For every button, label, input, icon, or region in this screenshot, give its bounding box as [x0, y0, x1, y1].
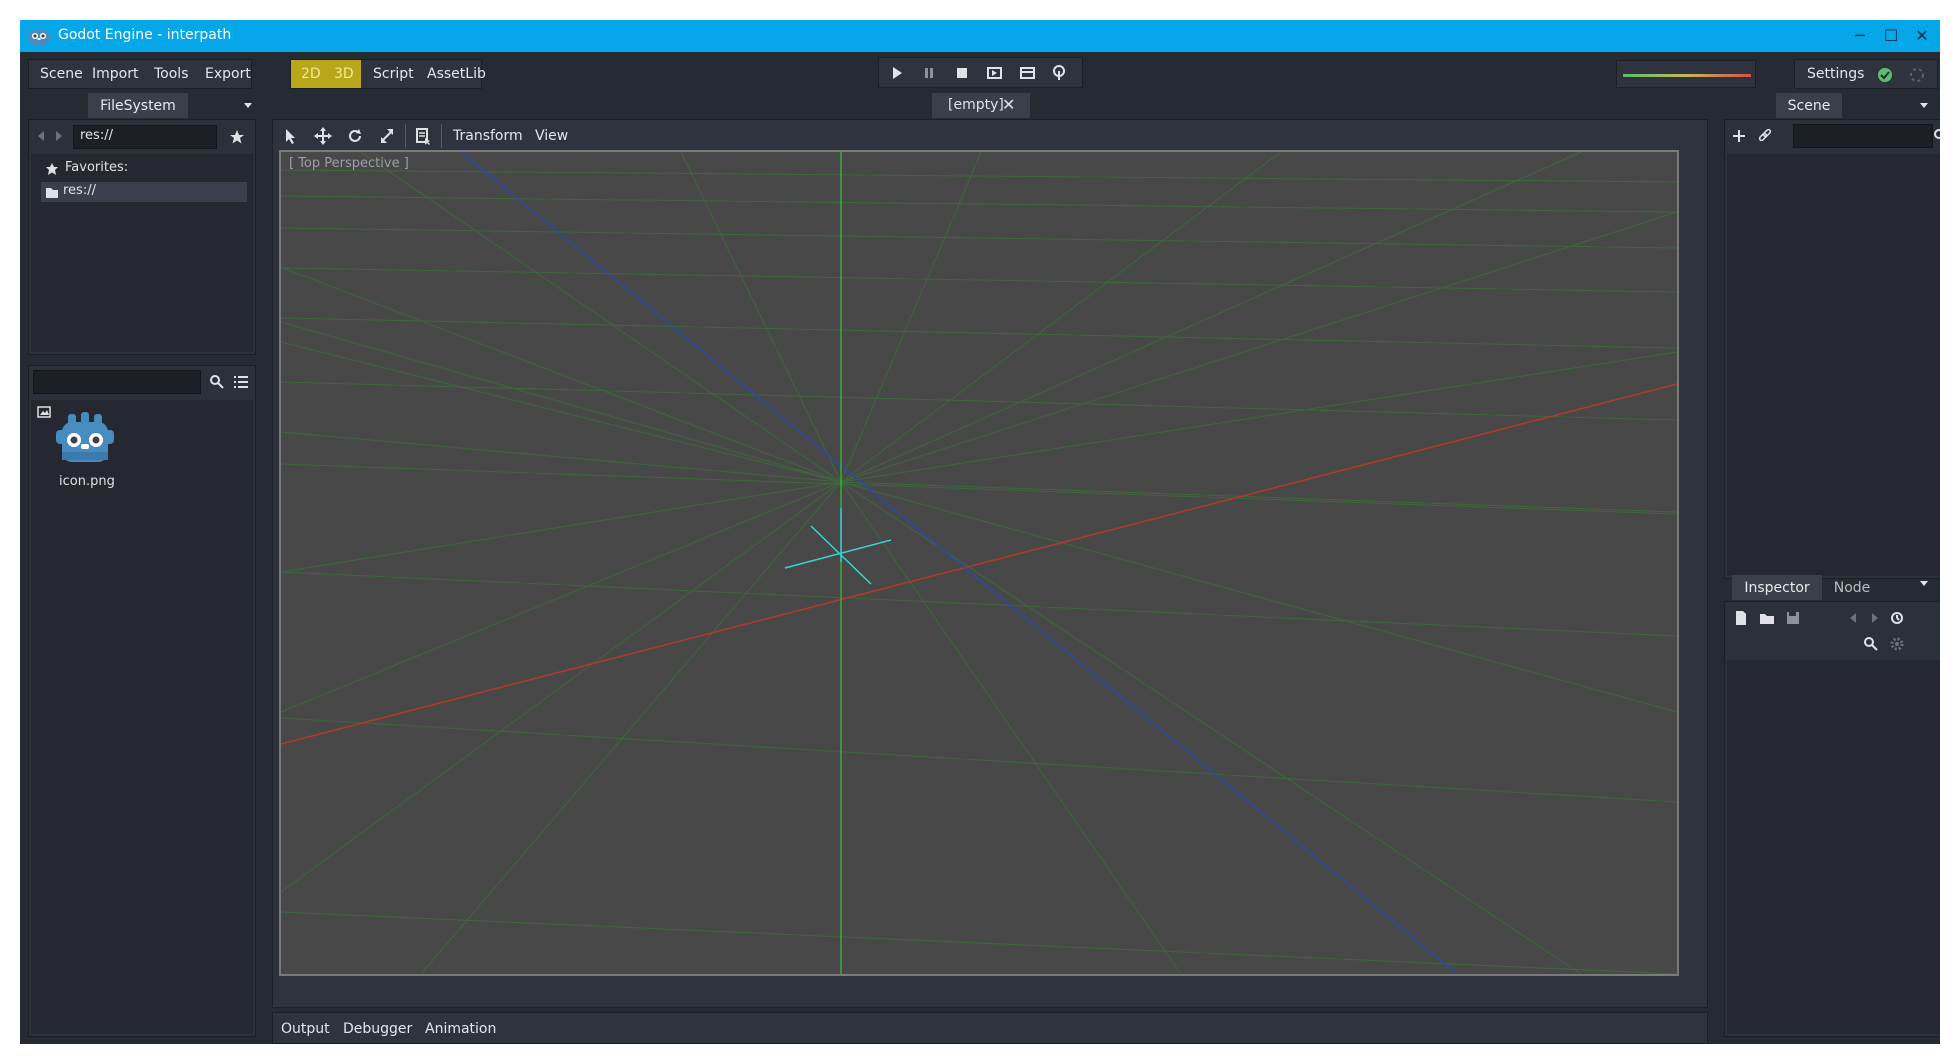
folder-icon [45, 185, 59, 199]
mode-3d-button[interactable]: 3D [326, 60, 362, 88]
godot-logo-icon [26, 24, 52, 48]
instance-scene-icon[interactable] [1757, 128, 1773, 144]
open-folder-icon[interactable] [1759, 610, 1775, 626]
filesystem-tree: Favorites: res:// [31, 154, 253, 352]
image-type-icon [37, 406, 51, 418]
mode-bar: 2D 3D Script AssetLib [290, 59, 486, 89]
mode-script-button[interactable]: Script [365, 60, 422, 88]
tab-filesystem-label: FileSystem [88, 93, 188, 118]
tab-filesystem[interactable]: FileSystem [88, 93, 188, 118]
settings-button[interactable]: Settings [1799, 60, 1872, 88]
viewport-panel: Transform View [Top Perspective] [272, 119, 1708, 1008]
scene-tab-empty[interactable]: [empty] ✕ [932, 93, 1030, 118]
inspector-panel [1724, 601, 1940, 1037]
3d-viewport[interactable]: [ Top Perspective ] [279, 150, 1679, 976]
scene-tree-panel [1724, 119, 1940, 579]
check-icon [1877, 67, 1893, 83]
select-icon[interactable] [279, 126, 303, 146]
tab-node-label: Node [1833, 580, 1871, 596]
close-window-button[interactable]: ✕ [1908, 24, 1936, 48]
rotate-icon[interactable] [343, 126, 367, 146]
remote-debug-icon[interactable] [1047, 62, 1071, 84]
toolbar-divider [405, 124, 406, 148]
scene-tree[interactable] [1727, 154, 1940, 576]
tab-inspector[interactable]: Inspector [1732, 575, 1822, 600]
origin-gizmo [784, 508, 892, 585]
scale-icon[interactable] [375, 126, 399, 146]
search-icon[interactable] [209, 374, 225, 390]
star-icon [45, 162, 59, 176]
scene-dock-menu-icon[interactable] [1918, 100, 1930, 110]
debugger-tab[interactable]: Debugger [335, 1015, 420, 1043]
file-item[interactable]: icon.png [37, 406, 115, 489]
tab-scene[interactable]: Scene [1776, 93, 1842, 118]
mode-2d-button[interactable]: 2D [293, 60, 329, 88]
favorite-star-icon[interactable] [229, 129, 245, 145]
forward-arrow-icon[interactable] [53, 128, 65, 144]
gear-icon[interactable] [1889, 636, 1905, 652]
toolbar-divider [441, 124, 442, 148]
history-back-icon[interactable] [1847, 610, 1859, 626]
tab-scene-label: Scene [1776, 93, 1842, 118]
list-view-icon[interactable] [233, 374, 249, 390]
main-menu: Scene Import Tools Export [28, 59, 252, 89]
play-scene-icon[interactable] [982, 62, 1006, 84]
spinner-icon [1909, 67, 1925, 83]
editor-window: Godot Engine - interpath ─ ☐ ✕ Scene Imp… [20, 20, 1940, 1044]
tree-item-label: res:// [63, 183, 96, 198]
history-icon[interactable] [1889, 610, 1905, 626]
settings-area: Settings [1794, 59, 1938, 89]
view-menu[interactable]: View [527, 122, 576, 150]
history-forward-icon[interactable] [1869, 610, 1881, 626]
file-item-label: icon.png [59, 474, 115, 489]
tree-item-res[interactable]: res:// [41, 182, 247, 202]
close-tab-icon[interactable]: ✕ [1002, 95, 1015, 114]
window-title: Godot Engine - interpath [58, 27, 232, 43]
menu-tools[interactable]: Tools [146, 60, 197, 88]
inspector-dock-menu-icon[interactable] [1918, 578, 1930, 588]
property-search-icon[interactable] [1863, 636, 1879, 652]
menu-scene[interactable]: Scene [32, 60, 91, 88]
favorites-label: Favorites: [65, 160, 129, 175]
file-search-input[interactable] [33, 370, 201, 394]
move-icon[interactable] [311, 126, 335, 146]
bottom-panel: Output Debugger Animation [272, 1012, 1708, 1044]
path-field[interactable]: res:// [73, 125, 217, 149]
mode-assetlib-button[interactable]: AssetLib [419, 60, 494, 88]
filesystem-tree-panel: res:// Favorites: res:// [28, 119, 256, 355]
scene-filter-input[interactable] [1793, 124, 1933, 148]
list-select-icon[interactable] [411, 126, 435, 146]
perspective-label[interactable]: [ Top Perspective ] [289, 156, 409, 171]
play-icon[interactable] [885, 62, 909, 84]
pause-icon[interactable] [917, 62, 941, 84]
stop-icon[interactable] [950, 62, 974, 84]
menu-export[interactable]: Export [197, 60, 259, 88]
scene-tab-label: [empty] [948, 97, 1004, 113]
godot-icon-thumbnail [52, 410, 118, 470]
scene-search-icon[interactable] [1933, 128, 1940, 144]
maximize-button[interactable]: ☐ [1877, 24, 1905, 48]
tab-node[interactable]: Node [1822, 575, 1882, 600]
save-icon[interactable] [1785, 610, 1801, 626]
animation-tab[interactable]: Animation [417, 1015, 504, 1043]
new-resource-icon[interactable] [1733, 610, 1749, 626]
minimize-button[interactable]: ─ [1846, 24, 1874, 48]
activity-bar [1623, 74, 1751, 77]
menu-import[interactable]: Import [84, 60, 146, 88]
dock-menu-icon[interactable] [242, 100, 254, 110]
tab-inspector-label: Inspector [1732, 575, 1822, 600]
play-controls [878, 57, 1083, 88]
back-arrow-icon[interactable] [35, 128, 47, 144]
play-custom-scene-icon[interactable] [1015, 62, 1039, 84]
file-grid: icon.png [31, 400, 253, 1034]
activity-meter [1616, 60, 1756, 88]
viewport-grid [281, 152, 1677, 974]
inspector-properties[interactable] [1727, 660, 1940, 1034]
output-tab[interactable]: Output [273, 1015, 338, 1043]
transform-menu[interactable]: Transform [445, 122, 531, 150]
filesystem-files-panel: icon.png [28, 365, 256, 1037]
title-bar[interactable]: Godot Engine - interpath ─ ☐ ✕ [20, 20, 1940, 52]
add-node-icon[interactable] [1731, 128, 1747, 144]
